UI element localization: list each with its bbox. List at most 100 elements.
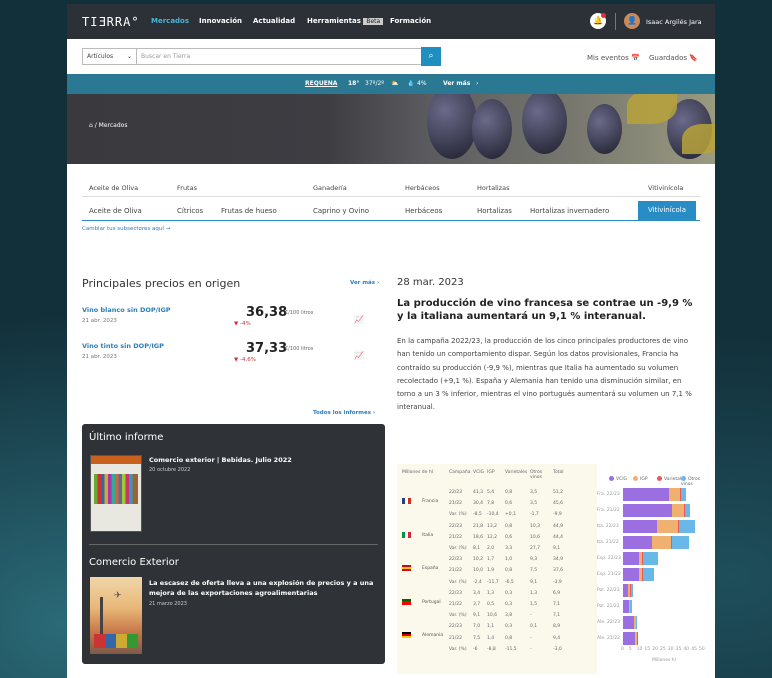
browser-page: TIƎRRA° Mercados Innovación Actualidad H…: [67, 4, 715, 678]
y-tick-label: Fra. 21/22: [597, 508, 620, 513]
table-cell: -11,7: [487, 579, 499, 585]
tab-herbaceos[interactable]: Herbáceos: [405, 207, 442, 215]
x-tick-label: 15: [644, 647, 651, 652]
nav-actualidad[interactable]: Actualidad: [253, 17, 295, 25]
table-cell: -10,4: [487, 512, 499, 518]
weather-range: 37º/2º: [365, 80, 385, 87]
search-scope-select[interactable]: Artículos ⌄: [82, 48, 137, 65]
table-header: Campaña: [449, 470, 471, 475]
user-name[interactable]: Isaac Argilés Jara: [646, 18, 702, 26]
table-cell: 0,5: [487, 602, 495, 607]
production-chart: VCIG IGP Varietal Otros vinos Fra. 22/23 Fra.…: [597, 464, 707, 674]
y-tick-label: Esp. 22/23: [597, 556, 621, 561]
foreign-trade-heading: Comercio Exterior: [89, 557, 179, 568]
sector-group: Vitivinícola: [648, 184, 684, 192]
search-button[interactable]: ⌕: [421, 47, 441, 66]
tab-caprino-y-ovino[interactable]: Caprino y Ovino: [313, 207, 369, 215]
legend-swatch: [681, 476, 686, 481]
x-tick-label: 10: [636, 647, 643, 652]
tab-hortalizas[interactable]: Hortalizas: [477, 207, 512, 215]
price-name-link[interactable]: Vino blanco sin DOP/IGP: [82, 306, 171, 314]
change-subsectors-link[interactable]: Cambiar tus subsectores aquí →: [82, 226, 170, 232]
x-tick-label: 50: [699, 647, 705, 652]
tierra-logo[interactable]: TIƎRRA°: [82, 15, 140, 29]
weather-more-link[interactable]: Ver más: [443, 80, 470, 87]
price-name-link[interactable]: Vino tinto sin DOP/IGP: [82, 342, 164, 350]
nav-innovacion[interactable]: Innovación: [199, 17, 242, 25]
foreign-trade-title[interactable]: La escasez de oferta lleva a una explosi…: [149, 578, 377, 598]
table-cell: 9,1: [553, 546, 561, 551]
bar-segment: [623, 632, 635, 645]
report-cover-image[interactable]: [90, 455, 142, 532]
nav-mercados[interactable]: Mercados: [151, 17, 189, 25]
bar-segment: [623, 536, 653, 549]
table-header: Varietales: [505, 470, 528, 475]
table-cell: +0,1: [505, 512, 516, 518]
tab-frutas-de-hueso[interactable]: Frutas de hueso: [221, 207, 277, 215]
flag-icon: [402, 498, 411, 504]
port-image[interactable]: ✈: [90, 577, 142, 654]
tab-hortalizas-invernadero[interactable]: Hortalizas invernadero: [530, 207, 609, 215]
table-cell: -3,9: [553, 579, 562, 585]
table-cell: 0,3: [505, 602, 513, 607]
tab-citricos[interactable]: Cítricos: [177, 207, 203, 215]
table-cell: -8,8: [487, 646, 496, 652]
table-cell: 7,1: [553, 602, 561, 607]
bar-segment: [623, 568, 639, 581]
avatar[interactable]: 👤: [624, 13, 640, 29]
grape-cluster: [522, 94, 567, 154]
latest-report-title[interactable]: Comercio exterior | Bebidas. Julio 2022: [149, 455, 374, 465]
table-header: Otros vinos: [530, 470, 543, 480]
my-events-link[interactable]: Mis eventos 📅: [587, 54, 640, 62]
table-cell: 44,9: [553, 523, 564, 529]
price-change-value: -4,6%: [239, 357, 256, 363]
saved-label: Guardados: [649, 54, 688, 62]
all-reports-link[interactable]: Todos los informes ›: [313, 410, 375, 416]
tab-vitivinicola[interactable]: Vitivinícola: [638, 201, 696, 220]
down-arrow-icon: ▼: [234, 321, 239, 327]
search-input[interactable]: Buscar en Tierra: [137, 48, 422, 65]
nav-formacion[interactable]: Formación: [390, 17, 431, 25]
table-cell: -1,7: [530, 512, 539, 518]
table-cell: 44,4: [553, 534, 564, 540]
table-cell: 27,7: [530, 546, 541, 551]
table-cell: 9,1: [473, 613, 481, 619]
flag-icon: [402, 598, 411, 605]
x-tick-label: 5: [628, 647, 632, 652]
country-label: España: [422, 566, 439, 572]
legend-label: IGP: [640, 477, 648, 482]
table-cell: 1,9: [487, 568, 495, 574]
table-cell: -: [530, 635, 532, 641]
news-title[interactable]: La producción de vino francesa se contra…: [397, 297, 702, 323]
table-cell: 7,1: [553, 613, 561, 619]
y-tick-label: Esp. 21/22: [597, 572, 621, 577]
table-cell: 1,5: [530, 602, 538, 607]
tab-aceite-de-oliva[interactable]: Aceite de Oliva: [89, 207, 142, 215]
sector-group: Ganadería: [313, 184, 347, 192]
bar-segment: [623, 520, 657, 533]
down-arrow-icon: ▼: [234, 357, 239, 363]
nav-herramientas[interactable]: Herramientas Beta: [307, 17, 384, 25]
breadcrumb-mercados[interactable]: Mercados: [99, 122, 128, 129]
table-cell: 18,6: [473, 534, 484, 540]
weather-location[interactable]: REQUENA: [305, 80, 337, 87]
table-cell: 6,9: [553, 590, 561, 596]
legend-entry: IGP: [633, 476, 648, 482]
airplane-icon: ✈: [114, 591, 122, 601]
bar-segment: [636, 632, 639, 645]
bell-icon[interactable]: 🔔: [590, 13, 606, 29]
chart-icon[interactable]: 📈: [354, 315, 364, 324]
home-icon[interactable]: ⌂: [89, 122, 93, 129]
production-table: Millones de hl Campaña VCIG IGP Varietales Ot…: [397, 464, 597, 674]
latest-report-date: 20 octubre 2022: [149, 467, 191, 473]
prices-see-more-link[interactable]: Ver más ›: [350, 280, 379, 286]
search-bar: Artículos ⌄ Buscar en Tierra ⌕ Mis evento…: [67, 39, 715, 74]
table-cell: 3,4: [473, 590, 481, 596]
saved-link[interactable]: Guardados 🔖: [649, 54, 698, 62]
bar-segment: [684, 504, 691, 517]
chart-icon[interactable]: 📈: [354, 351, 364, 360]
bottles-image: [94, 474, 138, 504]
x-tick-label: 35: [675, 647, 682, 652]
table-cell: 41,3: [473, 490, 484, 495]
bar-segment: [657, 520, 678, 533]
